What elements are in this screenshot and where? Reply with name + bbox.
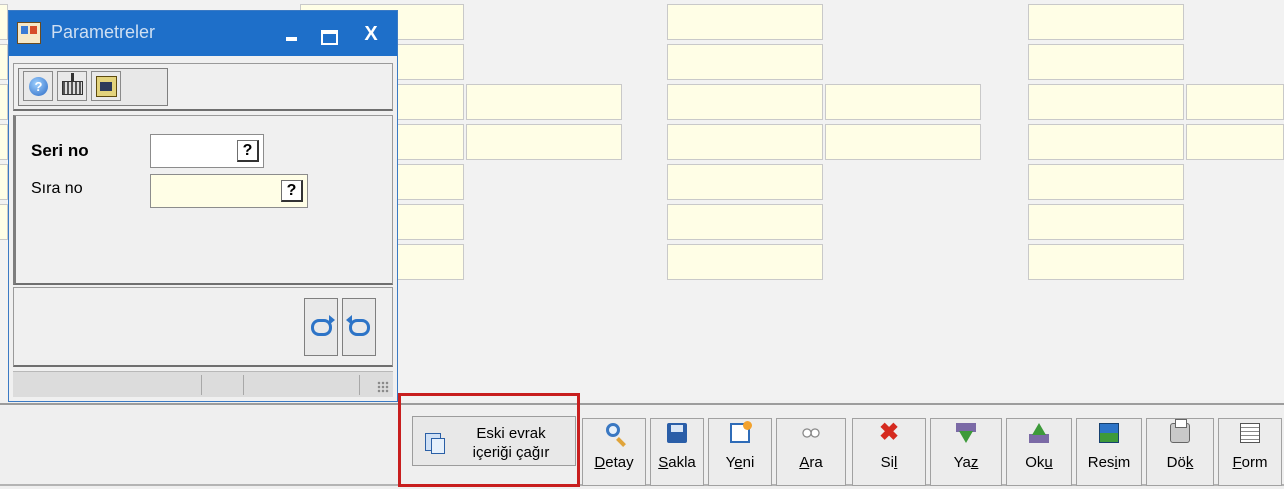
picture-icon — [1099, 423, 1119, 443]
form-field[interactable] — [1028, 164, 1184, 200]
form-button[interactable]: Form — [1218, 418, 1282, 486]
parametreler-window: Parametreler X ? Seri no ? Sıra no ? — [8, 10, 398, 402]
tool-group: ? — [18, 68, 168, 106]
sil-button[interactable]: ✖ Sil — [852, 418, 926, 486]
book-icon — [17, 22, 41, 44]
form-field[interactable] — [667, 164, 823, 200]
form-field[interactable] — [466, 84, 622, 120]
yeni-button[interactable]: Yeni — [708, 418, 772, 486]
window-title-bar[interactable]: Parametreler X — [9, 11, 397, 56]
scanner-icon — [96, 76, 117, 97]
read-icon — [1029, 423, 1049, 443]
form-field[interactable] — [0, 4, 8, 40]
window-footer — [13, 287, 393, 367]
form-field[interactable] — [667, 124, 823, 160]
form-field[interactable] — [667, 84, 823, 120]
detay-label: Detay — [594, 454, 634, 471]
status-separator — [201, 375, 202, 395]
yeni-label: Yeni — [725, 454, 755, 471]
status-separator — [243, 375, 244, 395]
maximize-button[interactable] — [315, 21, 341, 47]
close-button[interactable]: X — [358, 21, 384, 47]
floppy-icon — [667, 423, 687, 443]
form-field[interactable] — [1028, 44, 1184, 80]
seri-no-lookup-button[interactable]: ? — [237, 140, 259, 162]
yaz-button[interactable]: Yaz — [930, 418, 1002, 486]
yaz-label: Yaz — [953, 454, 979, 471]
form-field[interactable] — [667, 204, 823, 240]
undo-button[interactable] — [342, 298, 376, 356]
ara-label: Ara — [799, 454, 823, 471]
oku-button[interactable]: Oku — [1006, 418, 1072, 486]
window-title: Parametreler — [51, 22, 156, 42]
form-field[interactable] — [0, 124, 8, 160]
form-field[interactable] — [0, 44, 8, 80]
resim-label: Resim — [1087, 454, 1131, 471]
form-field[interactable] — [0, 204, 8, 240]
sira-no-label: Sıra no — [31, 180, 83, 197]
oku-label: Oku — [1025, 454, 1053, 471]
resim-button[interactable]: Resim — [1076, 418, 1142, 486]
status-separator — [359, 375, 360, 395]
keyboard-icon — [62, 73, 83, 95]
minimize-button[interactable] — [279, 21, 305, 47]
help-button[interactable]: ? — [23, 71, 53, 101]
form-field[interactable] — [1186, 84, 1284, 120]
form-field[interactable] — [0, 84, 8, 120]
refresh-button[interactable] — [304, 298, 338, 356]
sakla-label: Sakla — [658, 454, 696, 471]
form-field[interactable] — [667, 244, 823, 280]
form-label: Form — [1232, 454, 1268, 471]
form-field[interactable] — [1028, 4, 1184, 40]
printer-icon — [1170, 419, 1190, 443]
parameters-form: Seri no ? Sıra no ? — [13, 115, 393, 285]
new-document-icon — [730, 421, 752, 443]
ara-button[interactable]: Ara — [776, 418, 846, 486]
form-field[interactable] — [1186, 124, 1284, 160]
seri-no-input[interactable]: ? — [150, 134, 264, 168]
keyboard-button[interactable] — [57, 71, 87, 101]
sil-label: Sil — [880, 454, 898, 471]
scanner-button[interactable] — [91, 71, 121, 101]
form-field[interactable] — [825, 124, 981, 160]
highlight-box — [398, 393, 580, 487]
undo-icon — [349, 319, 370, 336]
form-field[interactable] — [667, 4, 823, 40]
delete-icon: ✖ — [879, 419, 900, 446]
sakla-button[interactable]: Sakla — [650, 418, 704, 486]
form-field[interactable] — [1028, 84, 1184, 120]
form-icon — [1240, 423, 1260, 443]
sira-no-lookup-button[interactable]: ? — [281, 180, 303, 202]
dok-label: Dök — [1166, 454, 1194, 471]
magnifier-icon — [606, 423, 620, 437]
refresh-icon — [311, 315, 335, 336]
detay-button[interactable]: Detay — [582, 418, 646, 486]
dok-button[interactable]: Dök — [1146, 418, 1214, 486]
help-icon: ? — [29, 77, 48, 96]
resize-grip-icon[interactable] — [377, 381, 389, 393]
window-status-bar — [13, 371, 393, 397]
form-field[interactable] — [0, 164, 8, 200]
divider — [0, 403, 1284, 405]
form-field[interactable] — [667, 44, 823, 80]
form-field[interactable] — [1028, 244, 1184, 280]
binoculars-icon — [801, 423, 821, 443]
form-field[interactable] — [1028, 124, 1184, 160]
form-field[interactable] — [825, 84, 981, 120]
write-icon — [956, 423, 976, 443]
window-toolbar: ? — [13, 63, 393, 111]
sira-no-input[interactable]: ? — [150, 174, 308, 208]
form-field[interactable] — [466, 124, 622, 160]
seri-no-label: Seri no — [31, 141, 89, 160]
form-field[interactable] — [1028, 204, 1184, 240]
